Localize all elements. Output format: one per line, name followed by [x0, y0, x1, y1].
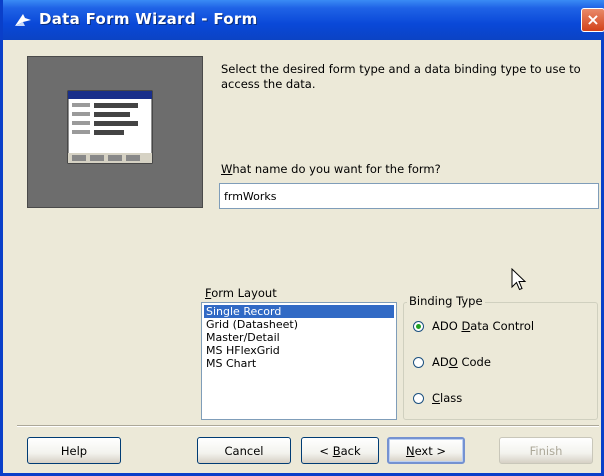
form-preview-icon: [67, 90, 153, 164]
next-button-label: Next >: [406, 444, 446, 458]
back-button-prefix: <: [319, 443, 333, 458]
radio-checked-icon[interactable]: [413, 320, 424, 332]
form-layout-item-master-detail[interactable]: Master/Detail: [204, 331, 396, 344]
finish-button-label: Finish: [529, 443, 563, 458]
binding-option-label: ADO Data Control: [432, 319, 534, 333]
back-button-accel: B: [332, 443, 341, 458]
form-layout-label-rest: orm Layout: [211, 286, 277, 300]
binding-option-accel: C: [432, 391, 441, 405]
button-separator: [17, 425, 599, 427]
binding-option-rest: ata Control: [470, 319, 535, 333]
form-name-label: What name do you want for the form?: [221, 162, 441, 176]
wizard-app-icon: [15, 14, 31, 26]
mouse-pointer-icon: [511, 268, 527, 291]
binding-option-label: ADO Code: [432, 355, 491, 369]
radio-unchecked-icon[interactable]: [413, 392, 424, 404]
title-bar[interactable]: Data Form Wizard - Form ×: [3, 0, 604, 40]
next-button[interactable]: Next >: [387, 437, 465, 464]
binding-type-legend: Binding Type: [407, 294, 485, 308]
window-title: Data Form Wizard - Form: [39, 10, 258, 28]
back-button[interactable]: < Back: [301, 437, 379, 464]
close-button[interactable]: ×: [581, 8, 604, 32]
next-button-rest: ext >: [414, 443, 447, 458]
help-button-label: Help: [60, 443, 88, 458]
form-layout-label: Form Layout: [205, 286, 277, 300]
form-layout-listbox[interactable]: Single Record Grid (Datasheet) Master/De…: [201, 302, 397, 420]
form-layout-item-ms-chart[interactable]: MS Chart: [204, 357, 396, 370]
binding-option-prefix: AD: [432, 355, 449, 369]
help-button[interactable]: Help: [27, 437, 121, 464]
form-layout-item-single-record[interactable]: Single Record: [204, 305, 394, 318]
binding-option-accel: O: [448, 355, 458, 369]
binding-option-accel: D: [461, 319, 471, 333]
binding-option-prefix: ADO: [432, 319, 462, 333]
binding-option-rest: Code: [457, 355, 491, 369]
form-name-label-accel: W: [221, 162, 233, 176]
back-button-label: < Back: [319, 444, 360, 458]
form-layout-item-ms-hflexgrid[interactable]: MS HFlexGrid: [204, 344, 396, 357]
wizard-window: Data Form Wizard - Form × Select the des…: [0, 0, 604, 476]
binding-radio-ado-data-control[interactable]: ADO Data Control: [413, 318, 534, 334]
close-icon: ×: [586, 10, 600, 29]
radio-unchecked-icon[interactable]: [413, 356, 424, 368]
instructions-text: Select the desired form type and a data …: [221, 62, 581, 91]
form-name-input[interactable]: [219, 183, 599, 209]
binding-radio-ado-code[interactable]: ADO Code: [413, 354, 491, 370]
cancel-button-label: Cancel: [224, 443, 264, 458]
wizard-illustration: [27, 56, 203, 208]
next-button-accel: N: [405, 443, 415, 458]
form-layout-item-grid[interactable]: Grid (Datasheet): [204, 318, 396, 331]
binding-radio-class[interactable]: Class: [413, 390, 462, 406]
back-button-rest: ack: [340, 443, 361, 458]
binding-option-rest: lass: [440, 391, 463, 405]
binding-option-label: Class: [432, 391, 462, 405]
finish-button[interactable]: Finish: [499, 437, 593, 464]
cancel-button[interactable]: Cancel: [197, 437, 291, 464]
form-name-label-rest: hat name do you want for the form?: [232, 162, 441, 176]
